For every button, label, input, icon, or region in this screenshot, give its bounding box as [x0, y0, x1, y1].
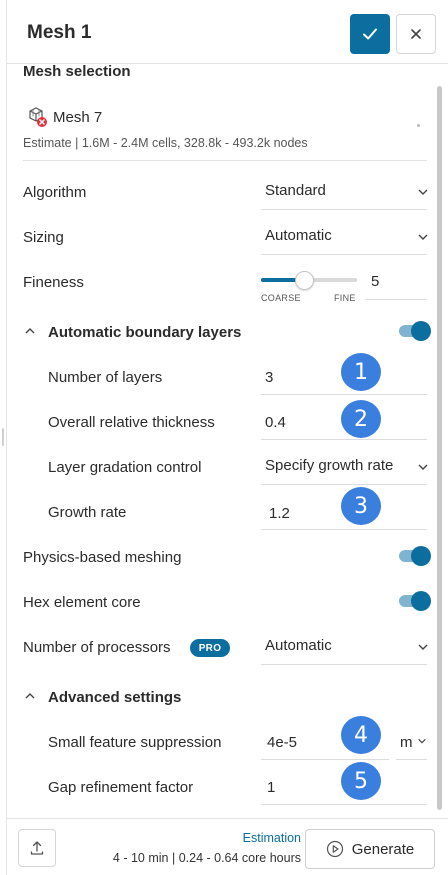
- rel-thickness-label: Overall relative thickness: [48, 414, 215, 431]
- upload-icon: [30, 841, 44, 855]
- processors-select[interactable]: Automatic: [265, 637, 332, 654]
- panel-resize-handle[interactable]: [2, 428, 4, 446]
- num-layers-input[interactable]: 3: [265, 369, 273, 386]
- panel-title: Mesh 1: [27, 22, 92, 43]
- fineness-min-label: COARSE: [261, 293, 301, 303]
- sizing-label: Sizing: [23, 229, 64, 246]
- panel-header: Mesh 1: [7, 0, 448, 64]
- step-badge: 1: [341, 353, 381, 391]
- num-layers-label: Number of layers: [48, 369, 163, 386]
- play-circle-icon: [326, 840, 343, 858]
- gap-refinement-input[interactable]: 1: [267, 779, 275, 796]
- processors-label: Number of processors: [23, 639, 171, 656]
- small-feature-underline: [261, 759, 389, 760]
- mesh-estimate: Estimate | 1.6M - 2.4M cells, 328.8k - 4…: [23, 136, 308, 150]
- check-icon: [363, 28, 377, 40]
- sizing-underline: [261, 254, 427, 255]
- boundary-layers-toggle[interactable]: [399, 321, 431, 341]
- rel-thickness-underline: [261, 439, 427, 440]
- gradation-select[interactable]: Specify growth rate: [265, 457, 393, 474]
- generate-button[interactable]: Generate: [305, 829, 435, 869]
- fineness-max-label: FINE: [334, 293, 356, 303]
- physics-meshing-label: Physics-based meshing: [23, 549, 182, 566]
- hex-core-toggle[interactable]: [399, 591, 431, 611]
- unit-underline: [396, 759, 427, 760]
- mesh-options-dot[interactable]: [417, 124, 420, 127]
- fineness-label: Fineness: [23, 274, 84, 291]
- panel-footer: Estimation 4 - 10 min | 0.24 - 0.64 core…: [7, 818, 448, 875]
- estimation-detail: 4 - 10 min | 0.24 - 0.64 core hours: [112, 851, 301, 865]
- step-badge: 4: [341, 716, 381, 754]
- hex-core-label: Hex element core: [23, 594, 141, 611]
- growth-rate-label: Growth rate: [48, 504, 127, 521]
- sizing-select[interactable]: Automatic: [265, 227, 332, 244]
- pro-badge: PRO: [190, 639, 230, 657]
- scrollbar[interactable]: [437, 86, 442, 810]
- step-badge: 3: [341, 487, 381, 525]
- algorithm-select[interactable]: Standard: [265, 182, 326, 199]
- mesh-selection-item[interactable]: Mesh 7: [27, 106, 102, 128]
- close-icon: [411, 29, 421, 39]
- chevron-up-icon[interactable]: [24, 690, 36, 702]
- physics-meshing-toggle[interactable]: [399, 546, 431, 566]
- upload-button[interactable]: [18, 829, 56, 867]
- chevron-down-icon[interactable]: [417, 186, 429, 198]
- chevron-down-icon[interactable]: [417, 231, 429, 243]
- boundary-layers-label: Automatic boundary layers: [48, 324, 242, 341]
- gradation-label: Layer gradation control: [48, 459, 202, 476]
- gap-refinement-label: Gap refinement factor: [48, 779, 194, 796]
- chevron-down-icon[interactable]: [417, 461, 429, 473]
- gradation-underline: [261, 484, 427, 485]
- mesh-selection-title: Mesh selection: [23, 63, 131, 80]
- advanced-settings-label: Advanced settings: [48, 689, 182, 706]
- mesh-name: Mesh 7: [53, 108, 103, 126]
- chevron-down-icon[interactable]: [417, 641, 429, 653]
- gap-refinement-underline: [261, 804, 427, 805]
- mesh-error-icon: [29, 107, 47, 127]
- mesh-settings-panel: Mesh 1 Mesh selection Mesh 7 Estimate | …: [6, 0, 448, 875]
- small-feature-label: Small feature suppression: [48, 734, 222, 751]
- step-badge: 2: [341, 400, 381, 438]
- step-badge: 5: [341, 762, 381, 800]
- rel-thickness-input[interactable]: 0.4: [265, 414, 286, 431]
- small-feature-input[interactable]: 4e-5: [267, 734, 297, 751]
- algorithm-underline: [261, 209, 427, 210]
- chevron-up-icon[interactable]: [24, 325, 36, 337]
- confirm-button[interactable]: [350, 14, 390, 54]
- chevron-down-icon[interactable]: [417, 736, 427, 746]
- num-layers-underline: [261, 394, 427, 395]
- close-button[interactable]: [396, 14, 436, 54]
- fineness-slider-handle[interactable]: [294, 271, 314, 290]
- estimation-link[interactable]: Estimation: [243, 831, 301, 845]
- growth-rate-underline: [261, 529, 427, 530]
- growth-rate-input[interactable]: 1.2: [269, 505, 290, 522]
- processors-underline: [261, 664, 427, 665]
- algorithm-label: Algorithm: [23, 184, 87, 201]
- generate-label: Generate: [351, 840, 415, 858]
- divider: [23, 160, 427, 161]
- fineness-underline: [365, 299, 427, 300]
- unit-select[interactable]: m: [400, 734, 413, 751]
- fineness-value[interactable]: 5: [371, 273, 379, 290]
